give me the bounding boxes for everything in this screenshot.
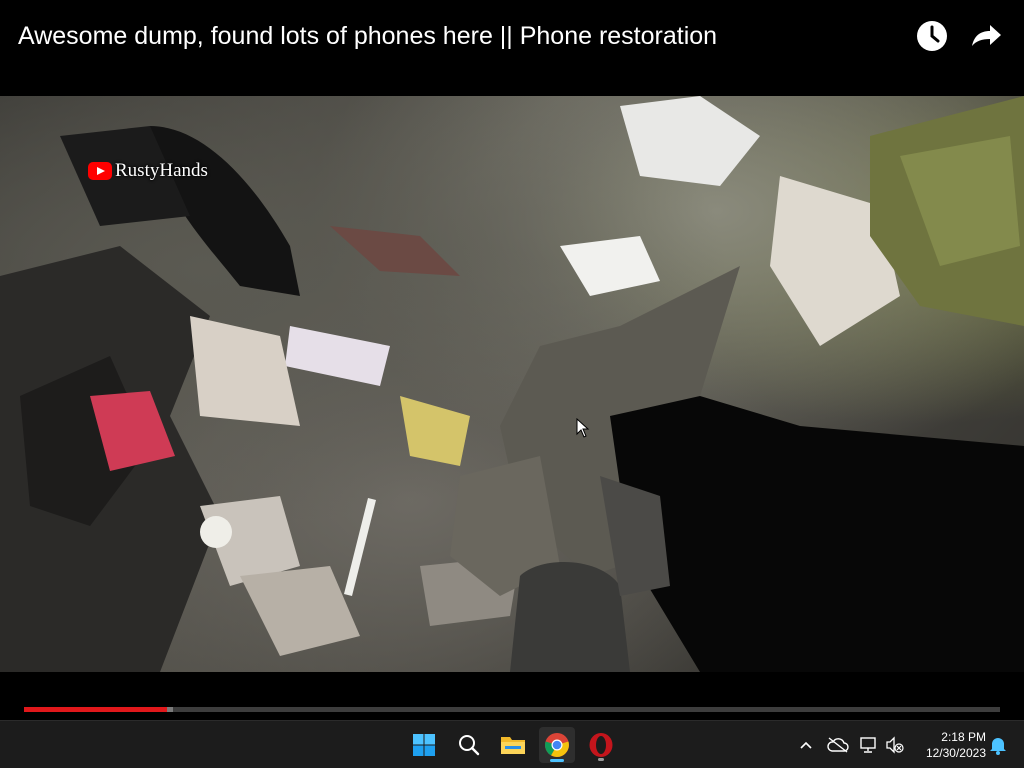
network-icon xyxy=(860,737,876,753)
clock-icon xyxy=(917,21,947,51)
windows-taskbar: 2:18 PM 12/30/2023 xyxy=(0,720,1024,768)
video-frame-image xyxy=(0,96,1024,672)
speaker-muted-icon xyxy=(886,736,904,754)
open-app-indicator xyxy=(598,758,604,761)
watch-later-button[interactable] xyxy=(912,16,952,56)
network-button[interactable] xyxy=(857,733,881,757)
opera-icon xyxy=(589,733,613,757)
video-title[interactable]: Awesome dump, found lots of phones here … xyxy=(18,18,717,54)
clock-date: 12/30/2023 xyxy=(925,746,986,760)
share-arrow-icon xyxy=(972,25,1001,46)
folder-icon xyxy=(501,737,525,754)
mouse-cursor-icon xyxy=(576,418,590,438)
search-icon xyxy=(459,735,480,756)
file-explorer-button[interactable] xyxy=(495,727,531,763)
bell-icon xyxy=(990,738,1006,755)
channel-name: RustyHands xyxy=(115,160,208,181)
volume-button[interactable] xyxy=(883,733,907,757)
notifications-button[interactable] xyxy=(986,733,1010,757)
start-button[interactable] xyxy=(406,727,442,763)
video-player[interactable]: RustyHands xyxy=(0,96,1024,672)
channel-watermark: RustyHands xyxy=(88,160,208,182)
opera-taskbar-button[interactable] xyxy=(583,727,619,763)
progress-buffered xyxy=(167,707,174,712)
show-hidden-icons-button[interactable] xyxy=(794,733,818,757)
taskbar-clock[interactable]: 2:18 PM 12/30/2023 xyxy=(914,729,986,761)
active-app-indicator xyxy=(550,759,564,762)
cloud-offline-icon xyxy=(827,737,849,753)
taskbar-search-button[interactable] xyxy=(451,727,487,763)
video-top-bar: Awesome dump, found lots of phones here … xyxy=(0,0,1024,96)
progress-bar[interactable] xyxy=(24,707,1000,712)
chevron-up-icon xyxy=(800,741,812,749)
share-button[interactable] xyxy=(966,16,1006,56)
chrome-taskbar-button[interactable] xyxy=(539,727,575,763)
windows-logo-icon xyxy=(413,734,435,756)
progress-played xyxy=(24,707,168,712)
player-controls xyxy=(0,672,1024,720)
clock-time: 2:18 PM xyxy=(941,730,986,744)
youtube-logo-icon xyxy=(88,162,112,180)
chrome-icon xyxy=(545,733,569,757)
onedrive-button[interactable] xyxy=(826,733,850,757)
